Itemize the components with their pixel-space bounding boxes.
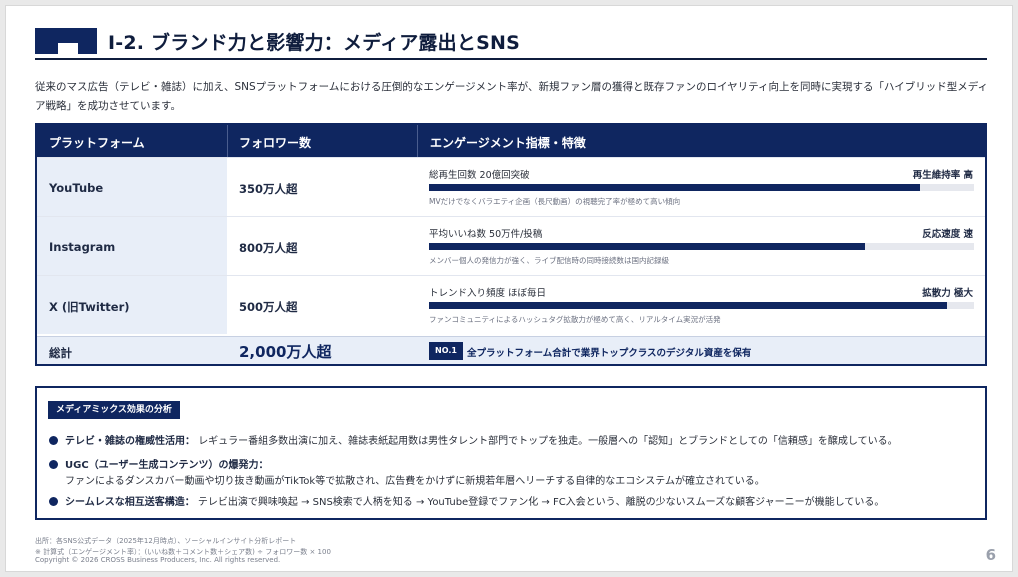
- total-row: 総計 2,000万人超 NO.1 全プラットフォーム合計で業界トップクラスのデジ…: [37, 336, 985, 364]
- metric-note: ファンコミュニティによるハッシュタグ拡散力が極めて高く、リアルタイム実況が活発: [429, 315, 721, 324]
- follower-count: 500万人超: [239, 300, 298, 314]
- engagement-bar: [429, 184, 974, 191]
- platform-name: YouTube: [49, 181, 104, 195]
- source-note: 出所：各SNS公式データ（2025年12月時点）、ソーシャルインサイト分析レポー…: [35, 537, 297, 545]
- item-title: シームレスな相互送客構造：: [65, 497, 195, 508]
- column-header-platform: プラットフォーム: [49, 136, 145, 150]
- title-divider: [35, 58, 987, 60]
- follower-count: 350万人超: [239, 182, 298, 196]
- intro-text: 従来のマス広告（テレビ・雑誌）に加え、SNSプラットフォームにおける圧倒的なエン…: [35, 81, 989, 112]
- metric-tag: 再生維持率 高: [912, 170, 973, 181]
- platform-name: Instagram: [49, 240, 116, 254]
- item-text: テレビ出演で興味喚起 → SNS検索で人柄を知る → YouTube登録でファン…: [197, 497, 885, 508]
- rank-badge: NO.1: [429, 342, 463, 360]
- platform-name: X (旧Twitter): [49, 300, 130, 314]
- metric-note: メンバー個人の発信力が強く、ライブ配信時の同時接続数は国内記録級: [429, 256, 669, 265]
- media-mix-panel: メディアミックス効果の分析 テレビ・雑誌の権威性活用： レギュラー番組多数出演に…: [35, 386, 987, 520]
- bullet-icon: [49, 497, 58, 506]
- table-row: YouTube 350万人超 総再生回数 20億回突破 再生維持率 高 MVだけ…: [37, 157, 985, 216]
- total-note: 全プラットフォーム合計で業界トップクラスのデジタル資産を保有: [467, 348, 752, 359]
- page-number: 6: [985, 546, 996, 564]
- metric-label: 平均いいね数 50万件/投稿: [429, 229, 543, 240]
- engagement-bar: [429, 243, 974, 250]
- media-mix-tag: メディアミックス効果の分析: [48, 401, 180, 419]
- list-item: シームレスな相互送客構造： テレビ出演で興味喚起 → SNS検索で人柄を知る →…: [49, 493, 884, 508]
- item-title: UGC（ユーザー生成コンテンツ）の爆発力：: [65, 460, 269, 471]
- bullet-icon: [49, 436, 58, 445]
- list-item: UGC（ユーザー生成コンテンツ）の爆発力：: [49, 456, 268, 471]
- bullet-icon: [49, 460, 58, 469]
- metric-label: トレンド入り頻度 ほぼ毎日: [429, 288, 547, 299]
- total-label: 総計: [49, 346, 72, 360]
- metric-note: MVだけでなくバラエティ企画（長尺動画）の視聴完了率が極めて高い傾向: [429, 197, 681, 206]
- page-title: I-2. ブランド力と影響力：メディア露出とSNS: [108, 32, 520, 54]
- column-header-followers: フォロワー数: [239, 136, 312, 150]
- platform-table: プラットフォーム フォロワー数 エンゲージメント指標・特徴 YouTube 35…: [35, 123, 987, 366]
- engagement-bar-fill: [429, 302, 947, 309]
- follower-count: 800万人超: [239, 241, 298, 255]
- table-row: X (旧Twitter) 500万人超 トレンド入り頻度 ほぼ毎日 拡散力 極大…: [37, 275, 985, 334]
- list-item: テレビ・雑誌の権威性活用： レギュラー番組多数出演に加え、雑誌表紙起用数は男性タ…: [49, 432, 898, 447]
- slide: I-2. ブランド力と影響力：メディア露出とSNS 従来のマス広告（テレビ・雑誌…: [5, 5, 1013, 572]
- engagement-bar-fill: [429, 243, 865, 250]
- table-header: プラットフォーム フォロワー数 エンゲージメント指標・特徴: [37, 125, 985, 157]
- item-text: レギュラー番組多数出演に加え、雑誌表紙起用数は男性タレント部門でトップを独走。一…: [198, 436, 898, 447]
- section-logo-icon: [35, 28, 97, 54]
- table-row: Instagram 800万人超 平均いいね数 50万件/投稿 反応速度 速 メ…: [37, 216, 985, 275]
- item-text: ファンによるダンスカバー動画や切り抜き動画がTikTok等で拡散され、広告費をか…: [65, 476, 765, 487]
- metric-label: 総再生回数 20億回突破: [429, 170, 530, 181]
- item-title: テレビ・雑誌の権威性活用：: [65, 436, 195, 447]
- engagement-bar-fill: [429, 184, 920, 191]
- engagement-bar: [429, 302, 974, 309]
- metric-tag: 反応速度 速: [922, 229, 973, 240]
- copyright: Copyright © 2026 CROSS Business Producer…: [35, 556, 281, 564]
- metric-tag: 拡散力 極大: [922, 288, 973, 299]
- column-header-engagement: エンゲージメント指標・特徴: [430, 136, 586, 150]
- total-value: 2,000万人超: [239, 343, 332, 361]
